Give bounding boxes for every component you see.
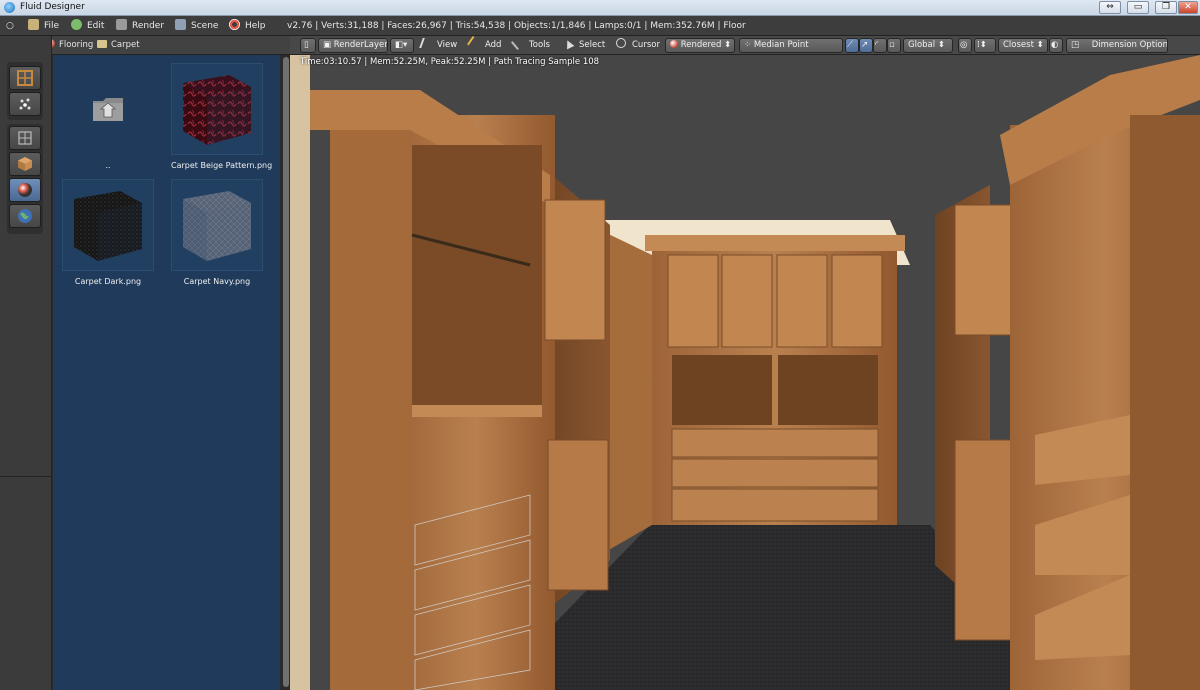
view-icon bbox=[419, 38, 433, 48]
file-browser: .. Carpet Beige Pattern.png Carpet Dark.… bbox=[53, 55, 280, 690]
pivot-point-dropdown[interactable]: ⁘ Median Point bbox=[739, 38, 843, 53]
wrench-icon bbox=[510, 35, 526, 51]
translate-manipulator-button[interactable]: ↗ bbox=[859, 38, 873, 53]
close-window-button[interactable]: ✕ bbox=[1178, 1, 1198, 14]
snap-element-dropdown[interactable]: ⁞⬍ bbox=[974, 38, 996, 53]
library-world-button[interactable] bbox=[9, 204, 41, 228]
info-icon: ○ bbox=[6, 21, 14, 31]
file-item-label: Carpet Beige Pattern.png bbox=[171, 161, 273, 170]
app-logo-icon bbox=[4, 2, 15, 13]
layers-icon: ◧▾ bbox=[395, 40, 408, 50]
rotate-icon: ◜ bbox=[875, 40, 879, 50]
library-objects-button[interactable] bbox=[9, 92, 41, 116]
panel-toggle-icon: ▯ bbox=[304, 40, 309, 50]
scale-manipulator-button[interactable]: ▫ bbox=[887, 38, 901, 53]
proportional-icon: ◎ bbox=[960, 40, 968, 50]
grid-bracket-icon bbox=[18, 131, 32, 145]
restore-button[interactable]: ▭ bbox=[1127, 1, 1149, 14]
maximize-button[interactable]: ❐ bbox=[1155, 1, 1177, 14]
render-layer-icon: ▣ bbox=[323, 40, 332, 50]
render-info-overlay: Time:03:10.57 | Mem:52.25M, Peak:52.25M … bbox=[300, 57, 600, 67]
file-item-label: Carpet Navy.png bbox=[183, 277, 251, 286]
crosshair-icon bbox=[616, 38, 626, 48]
scale-icon: ▫ bbox=[889, 40, 895, 50]
view3d-header: ▯ ▣ RenderLayer ◧▾ View Add Tools Select… bbox=[290, 35, 1200, 55]
toolbar-divider bbox=[0, 476, 52, 477]
snap-toggle-button[interactable]: ◐ bbox=[1049, 38, 1063, 53]
category-toolbar bbox=[0, 36, 52, 690]
scrollbar-handle[interactable] bbox=[283, 57, 289, 687]
menu-cursor[interactable]: Cursor bbox=[616, 38, 660, 53]
folder-icon bbox=[97, 40, 107, 48]
snap-target-dropdown[interactable]: Closest ⬍ bbox=[998, 38, 1048, 53]
menu-render[interactable]: Render bbox=[116, 19, 164, 33]
dimension-icon: ◳ bbox=[1071, 40, 1080, 50]
menu-edit[interactable]: Edit bbox=[71, 19, 104, 33]
file-browser-scrollbar[interactable] bbox=[282, 55, 290, 690]
parent-folder-icon bbox=[62, 63, 154, 155]
carpet-beige-thumbnail bbox=[171, 63, 263, 155]
library-inserts-button[interactable] bbox=[9, 152, 41, 176]
file-item-label: .. bbox=[105, 161, 111, 170]
menu-add[interactable]: Add bbox=[467, 36, 501, 53]
menu-select[interactable]: Select bbox=[563, 38, 605, 53]
proportional-edit-button[interactable]: ◎ bbox=[958, 38, 972, 53]
transform-orientation-dropdown[interactable]: Global ⬍ bbox=[903, 38, 953, 53]
folder-icon bbox=[28, 19, 39, 30]
menu-help[interactable]: Help bbox=[229, 19, 266, 33]
scene-stats: v2.76 | Verts:31,188 | Faces:26,967 | Tr… bbox=[287, 21, 746, 31]
rotate-manipulator-button[interactable]: ◜ bbox=[873, 38, 887, 53]
carpet-dark-thumbnail bbox=[62, 179, 154, 271]
pivot-icon: ⁘ bbox=[744, 40, 752, 50]
library-products-button[interactable] bbox=[9, 126, 41, 150]
window-title: Fluid Designer bbox=[20, 2, 85, 12]
material-sphere-icon bbox=[18, 183, 32, 197]
window-frame-icon bbox=[17, 70, 33, 86]
pencil-icon bbox=[467, 36, 481, 50]
axes-icon: ⟋ bbox=[847, 40, 853, 50]
file-item-carpet-dark[interactable]: Carpet Dark.png bbox=[62, 179, 154, 286]
breadcrumb-flooring[interactable]: Flooring bbox=[46, 39, 93, 52]
menu-tools[interactable]: Tools bbox=[510, 35, 550, 53]
window-titlebar: Fluid Designer ⇔ ▭ ❐ ✕ bbox=[0, 0, 1200, 16]
box-icon bbox=[18, 157, 32, 171]
dimension-options-button[interactable]: ◳ Dimension Options bbox=[1066, 38, 1168, 53]
file-item-carpet-beige-pattern[interactable]: Carpet Beige Pattern.png bbox=[171, 63, 273, 170]
closet-render bbox=[290, 55, 1200, 690]
help-lifebuoy-icon bbox=[229, 19, 240, 30]
particles-icon bbox=[19, 98, 31, 110]
snap-increment-icon: ⁞⬍ bbox=[977, 40, 987, 50]
layer-visibility-dropdown[interactable]: ◧▾ bbox=[390, 38, 414, 53]
file-item-label: Carpet Dark.png bbox=[74, 277, 142, 286]
file-item-parent[interactable]: .. bbox=[62, 63, 154, 170]
viewport-shading-dropdown[interactable]: Rendered ⬍ bbox=[665, 38, 735, 53]
camera-icon bbox=[116, 19, 127, 30]
menu-file[interactable]: File bbox=[28, 19, 59, 33]
shading-sphere-icon bbox=[670, 40, 678, 48]
library-materials-button[interactable] bbox=[9, 178, 41, 202]
carpet-navy-thumbnail bbox=[171, 179, 263, 271]
scene-icon bbox=[175, 19, 186, 30]
cursor-arrow-icon bbox=[563, 38, 575, 50]
render-layer-selector[interactable]: ▣ RenderLayer bbox=[318, 38, 388, 53]
breadcrumb-carpet[interactable]: Carpet bbox=[97, 39, 140, 52]
file-item-carpet-navy[interactable]: Carpet Navy.png bbox=[171, 179, 263, 286]
menu-view[interactable]: View bbox=[419, 38, 457, 53]
edit-icon bbox=[71, 19, 82, 30]
manipulator-toggle[interactable]: ⟋ bbox=[845, 38, 859, 53]
arrow-icon: ↗ bbox=[861, 40, 869, 50]
view3d-editor-type-button[interactable]: ▯ bbox=[300, 38, 316, 53]
info-header: ○ File Edit Render Scene Help v2.76 | Ve… bbox=[0, 16, 1200, 36]
viewport-3d[interactable] bbox=[290, 55, 1200, 690]
magnet-icon: ◐ bbox=[1051, 40, 1059, 50]
library-grid-button[interactable] bbox=[9, 66, 41, 90]
minimize-button[interactable]: ⇔ bbox=[1099, 1, 1121, 14]
menu-scene[interactable]: Scene bbox=[175, 19, 218, 33]
world-globe-icon bbox=[18, 209, 32, 223]
info-editor-type-button[interactable]: ○ bbox=[6, 19, 14, 33]
